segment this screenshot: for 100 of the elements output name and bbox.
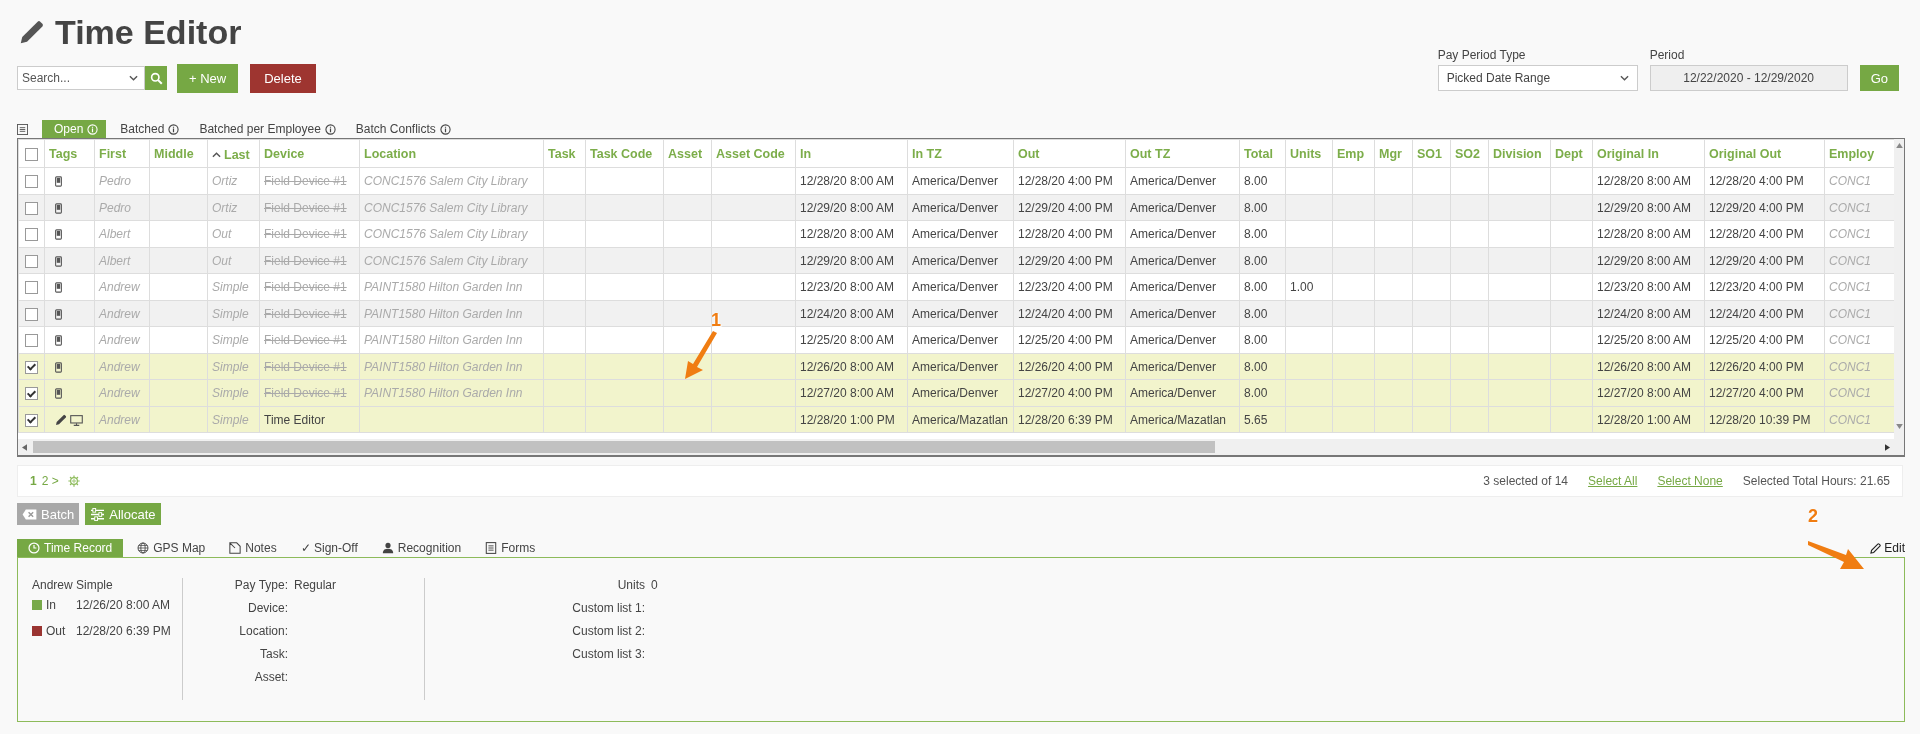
horizontal-scrollbar[interactable] [18, 439, 1894, 455]
scroll-right-arrow-icon[interactable] [1885, 443, 1890, 451]
search-field[interactable]: Search... [17, 66, 145, 90]
new-button[interactable]: + New [177, 63, 239, 93]
scroll-down-arrow-icon[interactable] [1895, 424, 1903, 429]
row-checkbox[interactable] [25, 413, 38, 427]
search-icon [149, 71, 163, 85]
column-header[interactable]: Location [364, 147, 417, 161]
note-icon [229, 542, 242, 554]
field-label: Device: [247, 601, 288, 615]
first-name-cell: Andrew [99, 306, 140, 321]
first-name-cell: Andrew [99, 280, 140, 295]
table-cell: 8.00 [1244, 174, 1268, 189]
row-checkbox[interactable] [25, 307, 38, 321]
callout-number: 1 [711, 310, 721, 331]
select-all-link[interactable]: Select All [1588, 474, 1638, 488]
row-checkbox[interactable] [25, 201, 38, 215]
detail-tab[interactable]: ✓ Sign-Off [288, 539, 370, 557]
table-cell: America/Denver [912, 227, 999, 242]
table-cell: 12/27/20 8:00 AM [800, 386, 895, 401]
page-link[interactable]: 1 [30, 474, 37, 488]
location-cell: PAINT1580 Hilton Garden Inn [364, 306, 523, 321]
table-cell: 12/28/20 6:39 PM [1018, 412, 1113, 427]
chevron-down-icon [129, 75, 138, 81]
info-icon [168, 123, 180, 135]
table-cell: 8.00 [1244, 333, 1268, 348]
vertical-scrollbar[interactable] [1894, 139, 1904, 455]
row-checkbox[interactable] [25, 281, 38, 295]
last-name-cell: Out [212, 227, 232, 242]
delete-button[interactable]: Delete [250, 63, 316, 93]
row-checkbox[interactable] [25, 175, 38, 189]
table-cell: 12/28/20 1:00 PM [800, 412, 895, 427]
column-header[interactable]: Out TZ [1130, 147, 1171, 161]
table-cell: 12/25/20 4:00 PM [1709, 333, 1804, 348]
last-name-cell: Ortiz [212, 174, 238, 189]
location-cell: PAINT1580 Hilton Garden Inn [364, 333, 523, 348]
table-cell: CONC1 [1829, 359, 1871, 374]
select-none-link[interactable]: Select None [1657, 474, 1723, 488]
table-cell: 8.00 [1244, 359, 1268, 374]
row-checkbox[interactable] [25, 254, 38, 268]
location-cell: CONC1576 Salem City Library [364, 253, 528, 268]
view-tab[interactable]: Batched per Employee [189, 120, 346, 138]
table-cell: 12/28/20 8:00 AM [800, 227, 895, 242]
table-cell: America/Denver [912, 280, 999, 295]
last-name-cell: Out [212, 253, 232, 268]
table-cell: 12/28/20 4:00 PM [1018, 174, 1113, 189]
table-cell: 12/26/20 4:00 PM [1709, 359, 1804, 374]
go-button[interactable]: Go [1859, 65, 1899, 91]
view-tab[interactable]: Batched [110, 120, 190, 138]
scroll-left-arrow-icon[interactable] [22, 443, 27, 451]
detail-tab[interactable]: Time Record [17, 539, 124, 557]
device-cell: Field Device #1 [264, 333, 347, 348]
table-cell: CONC1 [1829, 306, 1871, 321]
first-name-cell: Andrew [99, 359, 140, 374]
table-cell: America/Denver [912, 174, 999, 189]
column-header[interactable]: Device [264, 147, 305, 161]
table-cell: 12/28/20 8:00 AM [1597, 227, 1692, 242]
column-header[interactable]: Out [1018, 147, 1040, 161]
row-checkbox[interactable] [25, 387, 38, 401]
field-label: Task: [259, 647, 288, 661]
tag-icon [22, 508, 37, 520]
row-checkbox[interactable] [25, 334, 38, 348]
field-label: Asset: [253, 670, 288, 684]
table-cell: 12/29/20 8:00 AM [1597, 200, 1692, 215]
scroll-up-arrow-icon[interactable] [1895, 143, 1903, 148]
column-header[interactable]: In TZ [912, 147, 942, 161]
detail-tab[interactable]: GPS Map [125, 539, 218, 557]
column-header[interactable]: In [800, 147, 812, 161]
detail-tab[interactable]: Forms [473, 539, 548, 557]
pay-period-type-dropdown[interactable]: Picked Date Range [1437, 65, 1638, 91]
period-field[interactable]: 12/22/2020 - 12/29/2020 [1649, 65, 1848, 91]
table-cell: 8.00 [1244, 386, 1268, 401]
view-tab[interactable]: Open [42, 120, 107, 138]
field-label: Custom list 3: [571, 647, 645, 661]
list-icon[interactable] [17, 124, 28, 135]
table-cell: 12/28/20 4:00 PM [1018, 227, 1113, 242]
first-name-cell: Albert [99, 253, 131, 268]
table-cell: 12/23/20 4:00 PM [1018, 280, 1113, 295]
table-cell: CONC1 [1829, 253, 1871, 268]
info-icon [87, 123, 99, 135]
settings-icon[interactable] [67, 475, 80, 487]
punch-label: Out [46, 624, 67, 638]
row-checkbox[interactable] [25, 360, 38, 374]
chevron-down-icon [1619, 75, 1629, 81]
page-link[interactable]: 2 > [41, 474, 59, 488]
field-label: Custom list 2: [571, 624, 645, 638]
view-tab[interactable]: Batch Conflicts [345, 120, 461, 138]
detail-tab[interactable]: Notes [217, 539, 289, 557]
device-cell: Field Device #1 [264, 386, 347, 401]
select-all-checkbox[interactable] [25, 148, 38, 162]
row-checkbox[interactable] [25, 228, 38, 242]
table-cell: 12/25/20 8:00 AM [1597, 333, 1692, 348]
search-button[interactable] [145, 66, 167, 90]
allocate-button[interactable]: Allocate [85, 503, 161, 525]
table-cell: 12/24/20 8:00 AM [1597, 306, 1692, 321]
location-cell: CONC1576 Salem City Library [364, 227, 528, 242]
page-title: Time Editor [55, 12, 242, 52]
edit-link[interactable]: Edit [1870, 541, 1905, 555]
last-name-cell: Simple [212, 412, 249, 427]
detail-tab[interactable]: Recognition [369, 539, 474, 557]
